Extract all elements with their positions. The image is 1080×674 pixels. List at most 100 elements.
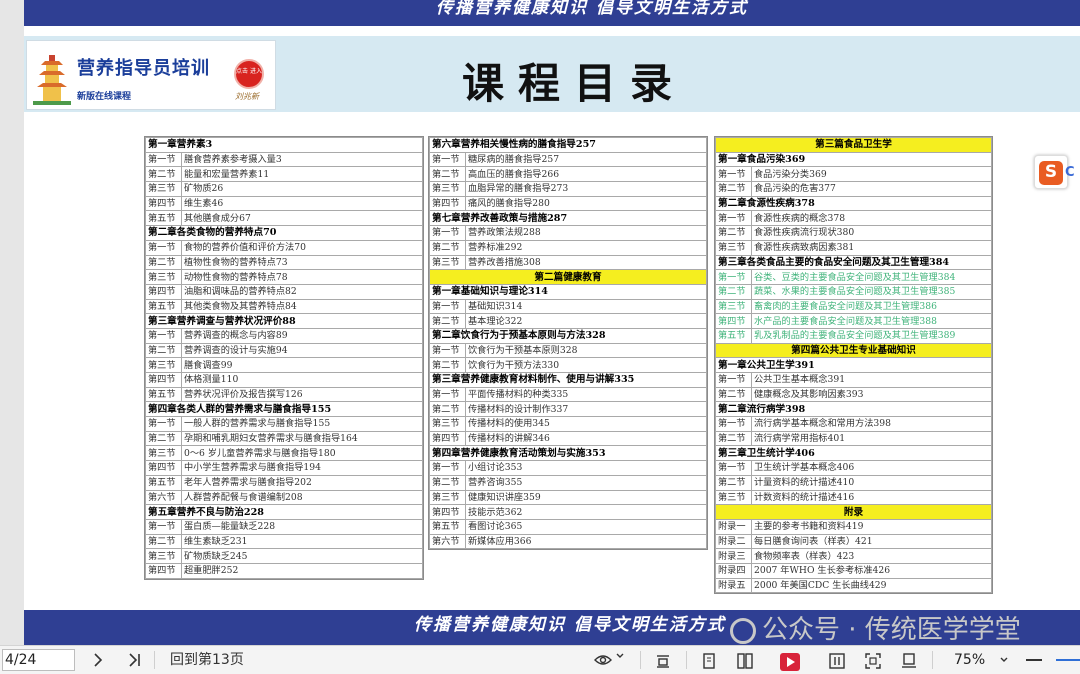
chapter-heading: 第三章各类食品主要的食品安全问题及其卫生管理384 xyxy=(715,254,992,271)
part-heading: 附录 xyxy=(715,504,992,520)
section-title: 流行病学常用指标401 xyxy=(751,430,992,447)
toc-table-3: 第三篇食品卫生学 第一章食品污染369 第一节 食品污染分类369 第二节 食品污染的危害… xyxy=(715,137,992,594)
toc-row: 附录 xyxy=(715,504,992,520)
section-number: 第六节 xyxy=(429,533,466,550)
toc-row: 第二节 计量资料的统计描述410 xyxy=(715,474,992,491)
toc-row: 第一节 营养调查的概念与内容89 xyxy=(145,327,423,344)
section-title: 谷类、豆类的主要食品安全问题及其卫生管理384 xyxy=(751,269,992,285)
section-title: 蔬菜、水果的主要食品安全问题及其卫生管理385 xyxy=(751,283,992,300)
watermark: 公众号 · 传统医学学堂 xyxy=(730,612,1021,645)
section-number: 第三节 xyxy=(429,416,466,432)
play-icon[interactable] xyxy=(778,649,802,671)
section-number: 附录一 xyxy=(715,518,752,535)
columns-icon[interactable] xyxy=(826,649,848,671)
logo-subtitle: 新版在线课程 xyxy=(77,92,132,102)
zoom-level[interactable]: 75% xyxy=(954,649,985,671)
toc-row: 第三节 矿物质26 xyxy=(145,181,423,197)
toc-row: 附录四 2007 年WHO 生长参考标准426 xyxy=(715,562,992,579)
toolbar-separator xyxy=(640,651,641,669)
toc-row: 第一节 基础知识314 xyxy=(429,298,707,315)
section-title: 食物的营养价值和评价方法70 xyxy=(181,239,423,256)
section-number: 第一节 xyxy=(145,327,182,344)
toc-row: 第三章营养调查与营养状况评价88 xyxy=(145,313,423,329)
section-title: 痛风的膳食指导280 xyxy=(465,195,707,212)
toc-row: 第三节 血脂异常的膳食指导273 xyxy=(429,181,707,197)
section-title: 食源性疾病流行现状380 xyxy=(751,225,992,241)
goto-page-button[interactable]: 回到第13页 xyxy=(170,649,250,671)
toc-row: 第三节 营养改善措施308 xyxy=(429,254,707,271)
section-number: 第一节 xyxy=(429,386,466,403)
section-title: 矿物质26 xyxy=(181,181,423,197)
toc-row: 第六节 人群营养配餐与食谱编制208 xyxy=(145,489,423,506)
section-number: 第三节 xyxy=(429,489,466,506)
next-page-icon[interactable] xyxy=(88,649,108,671)
sogou-ime-badge[interactable]: S C xyxy=(1034,155,1075,189)
toolbar-separator xyxy=(154,651,155,669)
page-number-input[interactable]: 4/24 xyxy=(2,649,75,671)
section-number: 第六节 xyxy=(145,489,182,506)
section-number: 第五节 xyxy=(715,327,752,344)
section-title: 营养标准292 xyxy=(465,239,707,256)
toc-row: 附录二 每日膳食询问表（样表）421 xyxy=(715,533,992,550)
fit-page-icon[interactable] xyxy=(862,649,884,671)
section-title: 每日膳食询问表（样表）421 xyxy=(751,533,992,550)
section-number: 第二节 xyxy=(145,533,182,550)
section-number: 第一节 xyxy=(715,416,752,432)
fit-width-icon[interactable] xyxy=(652,649,674,671)
toc-row: 第二节 营养咨询355 xyxy=(429,474,707,491)
toc-row: 第三节 食源性疾病致病因素381 xyxy=(715,239,992,256)
section-title: 健康概念及其影响因素393 xyxy=(751,386,992,403)
section-number: 第一节 xyxy=(429,151,466,168)
toc-row: 第二节 食源性疾病流行现状380 xyxy=(715,225,992,241)
section-number: 第二节 xyxy=(145,166,182,183)
top-banner: 传播营养健康知识 倡导文明生活方式 xyxy=(24,0,1080,26)
section-number: 第三节 xyxy=(715,298,752,315)
section-title: 维生素46 xyxy=(181,195,423,212)
toc-row: 第二章流行病学398 xyxy=(715,401,992,418)
toc-row: 第三章卫生统计学406 xyxy=(715,445,992,462)
section-number: 第二节 xyxy=(429,474,466,491)
toc-row: 第四节 体格测量110 xyxy=(145,372,423,388)
toc-row: 附录三 食物频率表（样表）423 xyxy=(715,548,992,564)
eye-icon[interactable] xyxy=(592,649,614,671)
section-number: 第三节 xyxy=(429,254,466,271)
toc-row: 第一节 小组讨论353 xyxy=(429,460,707,476)
section-number: 第三节 xyxy=(145,181,182,197)
toc-row: 第一节 糖尿病的膳食指导257 xyxy=(429,151,707,168)
section-title: 体格测量110 xyxy=(181,372,423,388)
section-number: 第二节 xyxy=(429,401,466,418)
single-page-icon[interactable] xyxy=(698,649,720,671)
toc-row: 第一章食品污染369 xyxy=(715,151,992,168)
toc-row: 第三节 矿物质缺乏245 xyxy=(145,548,423,564)
toc-column-2: 第六章营养相关慢性病的膳食指导257 第一节 糖尿病的膳食指导257 第二节 高血压的膳… xyxy=(428,136,708,551)
dropdown-icon[interactable] xyxy=(614,649,626,671)
toolbar-separator xyxy=(686,651,687,669)
zoom-out-icon[interactable] xyxy=(1026,659,1042,661)
section-title: 老年人营养需求与膳食指导202 xyxy=(181,474,423,491)
section-number: 第二节 xyxy=(715,430,752,447)
section-number: 第四节 xyxy=(429,195,466,212)
chapter-heading: 第一章营养素3 xyxy=(145,137,423,153)
document-viewer: 传播营养健康知识 倡导文明生活方式 营养指导员培训 新版在线课程 点击 进入 刘… xyxy=(0,0,1080,645)
section-title: 营养状况评价及报告撰写126 xyxy=(181,386,423,403)
two-page-icon[interactable] xyxy=(734,649,756,671)
section-title: 营养改善措施308 xyxy=(465,254,707,271)
section-number: 第五节 xyxy=(145,474,182,491)
toc-row: 第二节 基本理论322 xyxy=(429,313,707,329)
zoom-dropdown-icon[interactable] xyxy=(1000,649,1008,672)
toc-row: 第二章食源性疾病378 xyxy=(715,195,992,212)
section-number: 第三节 xyxy=(145,269,182,285)
section-title: 2000 年美国CDC 生长曲线429 xyxy=(751,577,992,594)
section-title: 食品污染分类369 xyxy=(751,166,992,183)
last-page-icon[interactable] xyxy=(124,649,146,671)
viewer-toolbar: 4/24 回到第13页 75% xyxy=(0,645,1080,674)
zoom-slider[interactable] xyxy=(1056,659,1080,661)
bookmark-stand-icon[interactable] xyxy=(898,649,920,671)
watermark-text: 公众号 · 传统医学学堂 xyxy=(762,615,1021,645)
section-title: 维生素缺乏231 xyxy=(181,533,423,550)
pagoda-icon xyxy=(33,55,71,105)
chapter-heading: 第三章营养调查与营养状况评价88 xyxy=(145,313,423,329)
section-title: 流行病学基本概念和常用方法398 xyxy=(751,416,992,432)
section-title: 计数资料的统计描述416 xyxy=(751,489,992,506)
chapter-heading: 第二章各类食物的营养特点70 xyxy=(145,225,423,241)
